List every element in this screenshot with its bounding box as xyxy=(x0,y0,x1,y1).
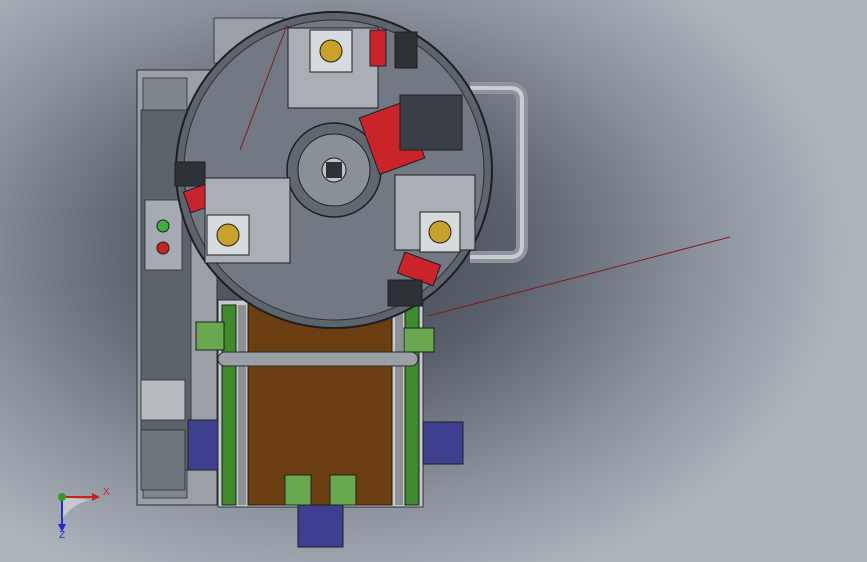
control-box xyxy=(144,199,183,271)
triad-x-label: X xyxy=(103,487,110,498)
coordinate-triad-icon xyxy=(58,493,100,532)
indicator-light-red-icon xyxy=(156,241,170,255)
triad-z-label: Z xyxy=(59,530,66,541)
cad-model-view[interactable] xyxy=(0,0,867,562)
conveyor xyxy=(195,299,464,548)
cad-viewport[interactable]: X Z xyxy=(0,0,867,562)
conveyor-belt xyxy=(247,299,393,506)
bracket-bottom xyxy=(297,504,344,548)
indicator-light-green-icon xyxy=(156,219,170,233)
turntable xyxy=(174,11,493,329)
bracket-left xyxy=(187,419,219,471)
bracket-right xyxy=(422,421,464,465)
guide-bar xyxy=(217,351,419,367)
